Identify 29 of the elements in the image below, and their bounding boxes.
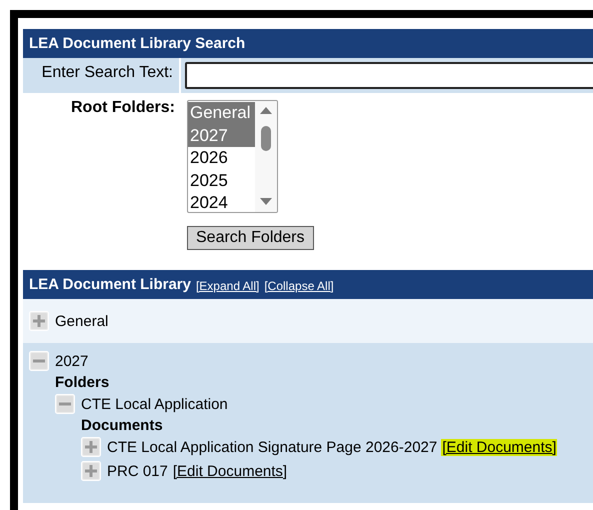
section-heading: Folders [55, 373, 110, 392]
section-heading: Documents [81, 416, 164, 435]
listbox-option[interactable]: 2026 [188, 147, 255, 170]
folder-name[interactable]: General [55, 312, 108, 330]
root-folders-listbox[interactable]: General 2027 2026 2025 2024 [187, 100, 278, 213]
listbox-option[interactable]: 2025 [188, 170, 255, 192]
root-folders-label: Root Folders: [71, 99, 175, 116]
panel-title: LEA Document Library [29, 276, 191, 293]
edit-documents-link[interactable]: [Edit Documents] [172, 462, 288, 480]
folder-name[interactable]: CTE Local Application [81, 396, 228, 412]
minus-icon[interactable] [55, 394, 75, 414]
document-name[interactable]: PRC 017 [107, 462, 168, 480]
document-name[interactable]: CTE Local Application Signature Page 2026-2027 [107, 438, 438, 456]
plus-icon[interactable] [81, 437, 101, 457]
listbox-option[interactable]: 2024 [188, 192, 255, 212]
header-link[interactable]: [Collapse All] [264, 278, 334, 292]
search-field[interactable] [185, 62, 593, 89]
plus-icon[interactable] [29, 311, 49, 331]
listbox-option[interactable]: 2027 [188, 124, 255, 147]
header-link[interactable]: [Expand All] [196, 278, 260, 292]
folder-name[interactable]: 2027 [55, 352, 88, 370]
search-label: Enter Search Text: [42, 64, 173, 81]
plus-icon[interactable] [81, 461, 101, 481]
search-folders-button[interactable]: Search Folders [187, 226, 314, 250]
scrollbar-icon[interactable] [255, 101, 277, 212]
edit-documents-link[interactable]: [Edit Documents] [441, 438, 558, 456]
panel-title: LEA Document Library Search [29, 35, 246, 52]
minus-icon[interactable] [29, 351, 49, 371]
listbox-option[interactable]: General [188, 102, 255, 124]
